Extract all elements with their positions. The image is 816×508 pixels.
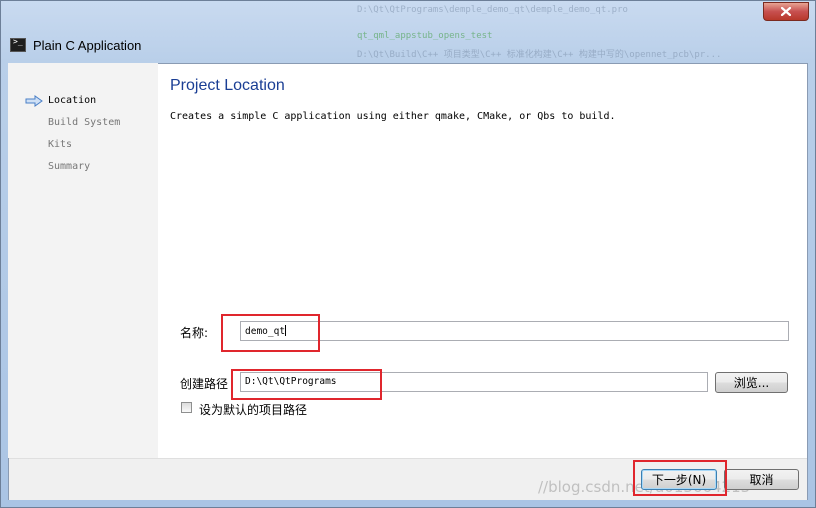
browse-button[interactable]: 浏览... xyxy=(715,372,788,393)
background-text-1: D:\Qt\QtPrograms\demple_demo_qt\demple_d… xyxy=(357,5,628,15)
step-kits: Kits xyxy=(48,139,73,150)
title-bar: >_ Plain C Application xyxy=(9,31,409,59)
default-path-checkbox[interactable] xyxy=(181,402,192,413)
step-summary: Summary xyxy=(48,161,91,172)
step-build-system: Build System xyxy=(48,117,121,128)
next-button[interactable]: 下一步(N) xyxy=(641,469,717,490)
close-icon xyxy=(781,7,791,16)
close-button[interactable] xyxy=(763,2,809,21)
default-path-checkbox-label[interactable]: 设为默认的项目路径 xyxy=(199,401,307,418)
page-title: Project Location xyxy=(170,77,285,94)
path-input-value: D:\Qt\QtPrograms xyxy=(245,376,337,387)
terminal-icon: >_ xyxy=(10,37,26,52)
name-label: 名称: xyxy=(180,326,209,340)
window-title: Plain C Application xyxy=(33,37,142,53)
current-step-arrow-icon xyxy=(25,95,43,107)
text-caret xyxy=(285,325,287,336)
name-input-value: demo_qt xyxy=(245,326,286,337)
path-input[interactable]: D:\Qt\QtPrograms xyxy=(240,372,708,392)
name-input[interactable]: demo_qt xyxy=(240,321,789,341)
step-location: Location xyxy=(48,95,97,106)
page-description: Creates a simple C application using eit… xyxy=(170,111,616,122)
path-label: 创建路径 xyxy=(180,377,229,391)
background-text-3: D:\Qt\Build\C++ 项目类型\C++ 标准化构建\C++ 构建中写的… xyxy=(357,50,722,60)
cancel-button[interactable]: 取消 xyxy=(724,469,799,490)
